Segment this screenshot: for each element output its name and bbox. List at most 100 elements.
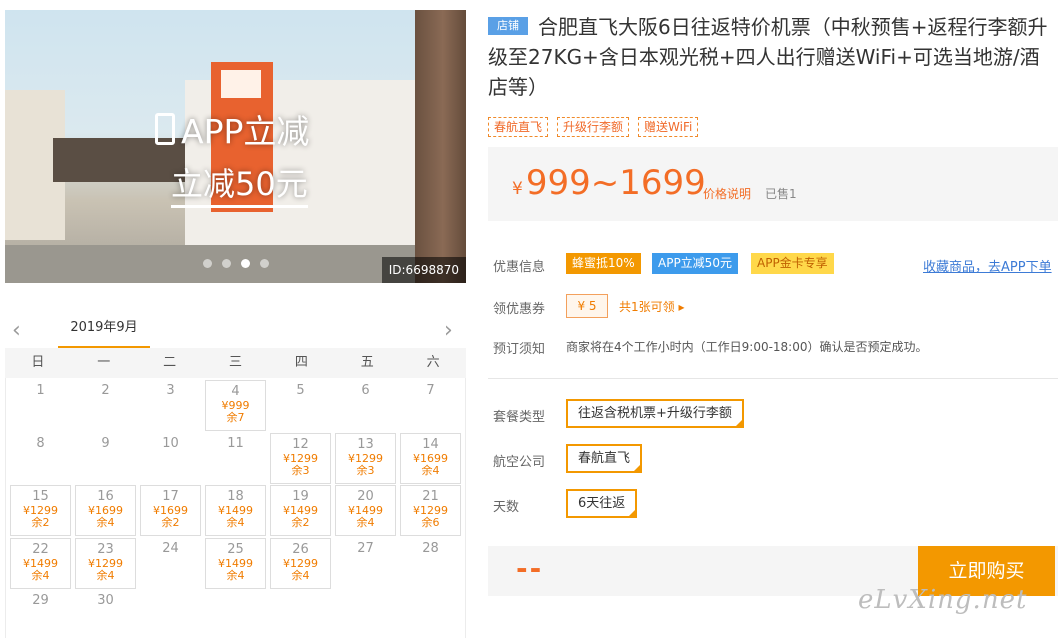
calendar-day-available[interactable]: 19 ¥1499 余2 xyxy=(270,485,331,536)
day-number: 23 xyxy=(97,541,114,557)
weekday-label: 三 xyxy=(229,355,243,370)
price-range: ¥999~1699 xyxy=(512,163,706,209)
carousel-dot[interactable] xyxy=(260,259,269,268)
day-stock: 余4 xyxy=(96,568,115,582)
days-option-selected[interactable]: 6天往返 xyxy=(566,489,638,518)
calendar-prev-icon[interactable]: ‹ xyxy=(12,318,21,343)
day-stock: 余3 xyxy=(356,463,375,477)
offer-badge-honey: 蜂蜜抵10% xyxy=(566,253,641,274)
total-price: -- xyxy=(516,552,544,585)
day-stock: 余7 xyxy=(226,411,245,424)
day-number: 8 xyxy=(36,435,45,451)
day-number: 20 xyxy=(357,489,374,504)
calendar-day-available[interactable]: 26 ¥1299 余4 xyxy=(270,537,331,589)
day-stock: 余4 xyxy=(291,568,310,582)
day-number: 16 xyxy=(97,489,114,504)
calendar-day: 28 xyxy=(400,538,461,589)
day-number: 17 xyxy=(162,489,179,504)
day-number: 10 xyxy=(162,435,179,451)
calendar-day: 8 xyxy=(10,433,71,484)
airline-label: 航空公司 xyxy=(493,455,546,470)
weekday-label: 四 xyxy=(294,355,308,370)
calendar-day-available[interactable]: 17 ¥1699 余2 xyxy=(140,485,201,536)
promo-line2: 立减50元 xyxy=(171,159,308,208)
day-stock: 余4 xyxy=(421,463,440,477)
price-explain-link[interactable]: 价格说明 xyxy=(703,185,751,202)
calendar-day-available[interactable]: 23 ¥1299 余4 xyxy=(75,537,136,589)
day-number: 28 xyxy=(422,540,439,556)
carousel-dot[interactable] xyxy=(203,259,212,268)
weekday-label: 二 xyxy=(163,355,177,370)
product-id-tag: ID:6698870 xyxy=(381,257,466,283)
calendar-day-available[interactable]: 20 ¥1499 余4 xyxy=(335,485,396,536)
day-stock: 余2 xyxy=(161,516,180,529)
day-stock: 余4 xyxy=(226,568,245,582)
calendar-day-available[interactable]: 4 ¥999 余7 xyxy=(205,380,266,431)
day-price: ¥1299 xyxy=(283,451,318,465)
calendar-day: 5 xyxy=(270,380,331,431)
calendar-day: 3 xyxy=(140,380,201,431)
feature-tag: 赠送WiFi xyxy=(638,117,699,137)
calendar-grid: 1 2 3 4 ¥999 余7 5 6 7 8 9 10 11 12 ¥1299 余3 13 ¥1299 余3 14 ¥… xyxy=(5,378,466,638)
calendar-day-available[interactable]: 22 ¥1499 余4 xyxy=(10,537,71,589)
day-stock: 余3 xyxy=(291,463,310,477)
coupon-ticket[interactable]: ¥ 5 xyxy=(566,294,608,318)
day-stock: 余4 xyxy=(31,568,50,582)
divider xyxy=(488,378,1058,379)
price-value: 999~1699 xyxy=(525,163,706,203)
carousel-dot-active[interactable] xyxy=(241,259,250,268)
day-number: 5 xyxy=(296,383,305,398)
airline-option-selected[interactable]: 春航直飞 xyxy=(566,444,643,473)
day-number: 11 xyxy=(227,435,244,451)
scenery-pole xyxy=(415,10,466,283)
coupon-count-link[interactable]: 共1张可领 ▸ xyxy=(619,298,684,315)
calendar-day-available[interactable]: 13 ¥1299 余3 xyxy=(335,432,396,484)
calendar-day-available[interactable]: 16 ¥1699 余4 xyxy=(75,485,136,536)
day-number: 22 xyxy=(32,541,49,557)
package-label: 套餐类型 xyxy=(493,410,546,425)
product-image[interactable]: APP立减 立减50元 ID:6698870 xyxy=(5,10,466,283)
calendar-day-available[interactable]: 25 ¥1499 余4 xyxy=(205,537,266,589)
phone-icon xyxy=(155,113,175,145)
calendar-day-available[interactable]: 12 ¥1299 余3 xyxy=(270,432,331,484)
day-price: ¥1299 xyxy=(283,556,318,570)
day-number: 2 xyxy=(101,383,110,398)
day-stock: 余4 xyxy=(226,516,245,529)
scenery-sign-top xyxy=(221,70,261,98)
calendar-day: 1 xyxy=(10,380,71,431)
carousel-dots xyxy=(203,259,269,268)
day-number: 26 xyxy=(292,541,309,557)
weekday-label: 六 xyxy=(426,355,440,370)
calendar-day: 7 xyxy=(400,380,461,431)
days-label: 天数 xyxy=(493,500,520,515)
package-option-selected[interactable]: 往返含税机票+升级行李额 xyxy=(566,399,744,428)
calendar-next-icon[interactable]: › xyxy=(444,318,453,343)
day-stock: 余2 xyxy=(291,516,310,529)
offer-badge-goldcard: APP金卡专享 xyxy=(751,253,834,274)
day-number: 24 xyxy=(162,540,179,556)
day-stock: 余2 xyxy=(31,516,50,529)
day-number: 1 xyxy=(36,383,45,398)
calendar-day-available[interactable]: 15 ¥1299 余2 xyxy=(10,485,71,536)
notice-label: 预订须知 xyxy=(493,342,546,357)
day-price: ¥1699 xyxy=(413,451,448,465)
weekday-label: 五 xyxy=(360,355,374,370)
day-number: 13 xyxy=(357,436,374,452)
calendar-day-available[interactable]: 21 ¥1299 余6 xyxy=(400,485,461,536)
calendar-day-available[interactable]: 18 ¥1499 余4 xyxy=(205,485,266,536)
price-box: ¥999~1699 价格说明 已售1 xyxy=(488,147,1058,221)
feature-tag: 春航直飞 xyxy=(488,117,549,137)
calendar-day: 24 xyxy=(140,538,201,589)
feature-tag: 升级行李额 xyxy=(557,117,630,137)
promo-line1: APP立减 xyxy=(181,112,310,151)
day-number: 19 xyxy=(292,489,309,504)
coupon-label: 领优惠券 xyxy=(493,302,546,317)
offer-badge-app: APP立减50元 xyxy=(652,253,738,274)
calendar-day-available[interactable]: 14 ¥1699 余4 xyxy=(400,432,461,484)
currency-symbol: ¥ xyxy=(512,179,523,199)
favorite-link[interactable]: 收藏商品，去APP下单 xyxy=(923,256,1052,275)
day-number: 30 xyxy=(97,593,114,608)
calendar-month-tab[interactable]: 2019年9月 xyxy=(58,313,150,349)
carousel-dot[interactable] xyxy=(222,259,231,268)
day-number: 3 xyxy=(166,383,175,398)
